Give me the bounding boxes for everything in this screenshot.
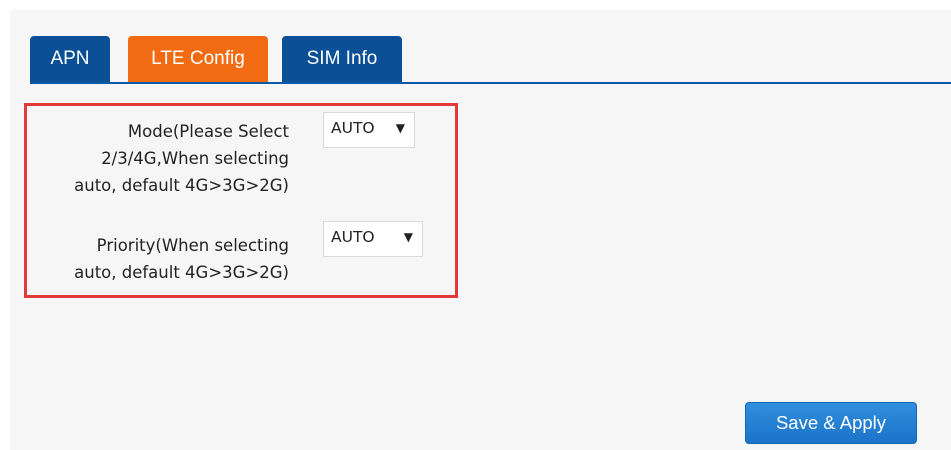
priority-label: Priority(When selecting auto, default 4G…	[74, 232, 289, 286]
tab-lte-config[interactable]: LTE Config	[128, 36, 268, 82]
priority-label-line: Priority(When selecting	[96, 236, 289, 255]
mode-label-line: Mode(Please Select	[127, 122, 289, 141]
mode-label-line: auto, default 4G>3G>2G)	[74, 176, 289, 195]
chevron-down-icon: ▼	[395, 121, 405, 135]
tab-apn[interactable]: APN	[30, 36, 110, 82]
save-apply-button[interactable]: Save & Apply	[745, 402, 917, 444]
chevron-down-icon: ▼	[403, 230, 413, 244]
tab-underline	[30, 82, 951, 84]
mode-select-value: AUTO	[331, 119, 375, 137]
priority-select-value: AUTO	[331, 228, 375, 246]
tab-bar: APN LTE Config SIM Info	[30, 36, 951, 84]
mode-label-line: 2/3/4G,When selecting	[101, 149, 289, 168]
lte-config-form: Mode(Please Select 2/3/4G,When selecting…	[24, 103, 458, 298]
tab-sim-info[interactable]: SIM Info	[282, 36, 402, 82]
content-panel: APN LTE Config SIM Info Mode(Please Sele…	[10, 10, 951, 450]
priority-select[interactable]: AUTO ▼	[323, 221, 423, 257]
priority-label-line: auto, default 4G>3G>2G)	[74, 263, 289, 282]
mode-select[interactable]: AUTO ▼	[323, 112, 415, 148]
mode-label: Mode(Please Select 2/3/4G,When selecting…	[74, 118, 289, 199]
